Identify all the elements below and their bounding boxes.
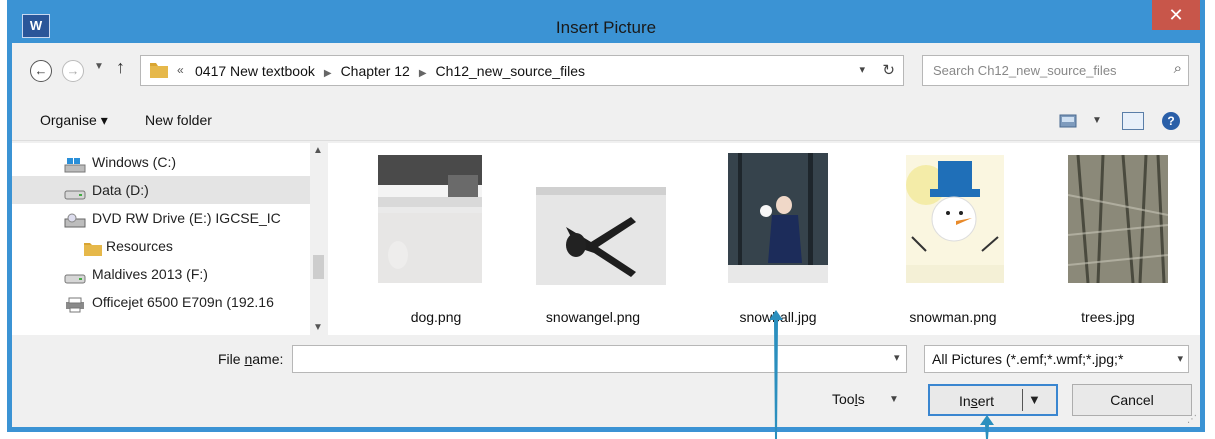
file-type-filter-value: All Pictures (*.emf;*.wmf;*.jpg;* — [932, 351, 1124, 367]
nav-tree-label: DVD RW Drive (E:) IGCSE_IC — [92, 210, 281, 226]
breadcrumb-item[interactable]: 0417 New textbook — [195, 63, 315, 79]
file-item-snowball[interactable]: snowball.jpg — [698, 143, 858, 335]
help-icon[interactable]: ? — [1162, 112, 1180, 130]
snowangel-thumbnail — [536, 187, 666, 285]
label-text: ame: — [252, 351, 284, 367]
nav-tree-label: Windows (C:) — [92, 154, 177, 170]
nav-tree-item[interactable]: DVD RW Drive (E:) IGCSE_IC — [12, 204, 312, 232]
search-icon[interactable]: ⌕ — [1174, 60, 1182, 77]
annotation-arrow-insert — [980, 415, 994, 439]
insert-label: Insert — [959, 393, 994, 409]
dialog-client-area: ← → ▼ ↑ « 0417 New textbook ▶ Chapter 12 ▶ C… — [12, 43, 1200, 427]
search-box[interactable]: ⌕ — [922, 55, 1189, 86]
file-item-dog[interactable]: dog.png — [356, 143, 516, 335]
nav-tree-item[interactable]: Resources — [12, 232, 312, 260]
cancel-button[interactable]: Cancel — [1072, 384, 1192, 416]
nav-tree-label: Resources — [106, 238, 173, 254]
breadcrumb-overflow-icon[interactable]: « — [177, 63, 184, 77]
command-toolbar: Organise ▾ New folder ▼ ? — [12, 101, 1200, 141]
label-text: Too — [832, 391, 855, 407]
drive-windows-icon — [64, 154, 86, 173]
file-item-trees[interactable]: trees.jpg — [1028, 143, 1188, 335]
label-text: s — [857, 391, 865, 407]
nav-tree-item[interactable]: Data (D:) — [12, 176, 312, 204]
navigation-scrollbar[interactable]: ▲ ▼ — [310, 143, 327, 335]
snowman-thumbnail — [906, 155, 1004, 283]
navigation-pane[interactable]: Windows (C:) Data (D:) DVD RW Drive (E:) I… — [12, 143, 327, 335]
nav-tree-label: Officejet 6500 E709n (192.16 — [92, 294, 274, 310]
file-name-dropdown-icon[interactable]: ▾ — [894, 351, 900, 364]
resize-grip-icon[interactable]: ⋰ — [1187, 414, 1197, 425]
nav-tree-label: Data (D:) — [92, 182, 149, 198]
up-arrow-icon[interactable]: ↑ — [116, 57, 125, 78]
label-text: File — [218, 351, 245, 367]
organise-button[interactable]: Organise ▾ — [40, 112, 108, 129]
trees-thumbnail — [1068, 155, 1168, 283]
file-name-label: File name: — [218, 351, 283, 367]
change-view-icon[interactable] — [1059, 113, 1079, 129]
close-button[interactable]: ✕ — [1152, 0, 1200, 30]
file-name: snowangel.png — [545, 309, 641, 325]
scroll-up-icon[interactable]: ▲ — [313, 145, 323, 156]
file-item-snowman[interactable]: snowman.png — [873, 143, 1033, 335]
network-printer-icon — [64, 294, 86, 313]
drive-icon — [64, 182, 86, 200]
scrollbar-thumb[interactable] — [313, 255, 324, 279]
window-title: Insert Picture — [555, 18, 657, 37]
address-dropdown-icon[interactable]: ▾ — [859, 63, 865, 76]
file-name-input[interactable] — [292, 345, 907, 373]
label-mnemonic: s — [970, 393, 978, 409]
label-text: In — [959, 393, 971, 409]
back-button[interactable]: ← — [30, 60, 52, 82]
insert-picture-dialog: W Insert Picture ✕ ← → ▼ ↑ « 0417 New te… — [7, 0, 1205, 432]
nav-tree-item[interactable]: Maldives 2013 (F:) — [12, 260, 312, 288]
address-bar[interactable]: « 0417 New textbook ▶ Chapter 12 ▶ Ch12_new_… — [140, 55, 904, 86]
new-folder-button[interactable]: New folder — [145, 112, 212, 128]
folder-icon — [82, 238, 104, 256]
insert-options-dropdown-icon[interactable]: ▼ — [1028, 392, 1041, 407]
dvd-drive-icon — [64, 210, 86, 228]
breadcrumb-separator-icon[interactable]: ▶ — [324, 68, 332, 79]
file-type-filter-select[interactable]: All Pictures (*.emf;*.wmf;*.jpg;* ▾ — [924, 345, 1189, 373]
scroll-down-icon[interactable]: ▼ — [313, 322, 323, 333]
file-name: dog.png — [410, 309, 462, 325]
tools-button[interactable]: Tools — [832, 391, 865, 407]
split-button-divider — [1022, 389, 1023, 411]
recent-locations-chevron-icon[interactable]: ▼ — [94, 61, 104, 72]
file-item-snowangel[interactable]: snowangel.png — [513, 143, 673, 335]
breadcrumb-item[interactable]: Chapter 12 — [341, 63, 410, 79]
search-input[interactable] — [933, 63, 1153, 78]
breadcrumb: 0417 New textbook ▶ Chapter 12 ▶ Ch12_new_so… — [195, 63, 585, 79]
breadcrumb-item[interactable]: Ch12_new_source_files — [436, 63, 585, 79]
preview-pane-icon[interactable] — [1122, 112, 1144, 130]
folder-icon — [150, 63, 168, 78]
annotation-arrow-snowball — [769, 310, 783, 439]
dog-thumbnail — [378, 155, 482, 283]
insert-button[interactable]: Insert ▼ — [928, 384, 1058, 416]
chevron-down-icon[interactable]: ▾ — [1177, 346, 1183, 372]
nav-tree-item[interactable]: Windows (C:) — [12, 148, 312, 176]
file-dialog-footer: File name: ▾ All Pictures (*.emf;*.wmf;*… — [12, 336, 1200, 427]
navigation-bar: ← → ▼ ↑ « 0417 New textbook ▶ Chapter 12 ▶ C… — [12, 43, 1200, 97]
snowball-thumbnail — [728, 153, 828, 283]
drive-icon — [64, 266, 86, 284]
view-menu-chevron-icon[interactable]: ▼ — [1092, 115, 1102, 126]
nav-tree-label: Maldives 2013 (F:) — [92, 266, 208, 282]
refresh-icon[interactable]: ↻ — [882, 61, 895, 79]
tools-dropdown-icon[interactable]: ▼ — [889, 394, 899, 405]
forward-button[interactable]: → — [62, 60, 84, 82]
breadcrumb-separator-icon[interactable]: ▶ — [419, 68, 427, 79]
label-text: ert — [977, 393, 995, 409]
file-list[interactable]: dog.png snowangel.png snowman.png trees.… — [328, 143, 1200, 335]
file-name: trees.jpg — [1081, 309, 1135, 325]
file-name: snowman.png — [909, 309, 997, 325]
nav-tree-item[interactable]: Officejet 6500 E709n (192.16 — [12, 288, 312, 316]
